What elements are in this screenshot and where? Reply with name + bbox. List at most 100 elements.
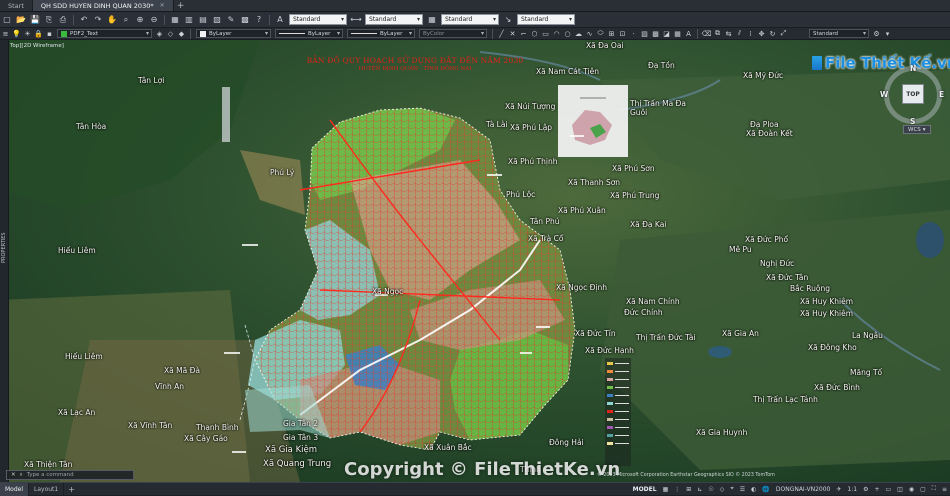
model-space-toggle[interactable]: MODEL <box>630 483 660 496</box>
ellipse-icon[interactable]: ⬭ <box>596 29 605 39</box>
units-icon[interactable]: ▭ <box>883 483 895 496</box>
settings-icon[interactable]: ▾ <box>883 29 892 39</box>
rotate-icon[interactable]: ↻ <box>768 29 777 39</box>
compass-east[interactable]: E <box>939 90 944 99</box>
snap-icon[interactable]: ⋮ <box>671 483 683 496</box>
drawing-canvas[interactable]: PROPERTIES Top][2D Wireframe] BẢN ĐỒ QUY… <box>0 40 950 482</box>
markup-icon[interactable]: ✎ <box>225 14 237 26</box>
properties-panel-collapsed[interactable]: PROPERTIES <box>0 40 9 482</box>
zoom-previous-icon[interactable]: ⊖ <box>148 14 160 26</box>
mirror-icon[interactable]: ⇆ <box>724 29 733 39</box>
new-icon[interactable]: ▢ <box>1 14 13 26</box>
offset-icon[interactable]: ⫽ <box>735 29 744 39</box>
mleader-style-select[interactable]: Standard ▾ <box>517 14 575 25</box>
layer-state-icon[interactable]: ◆ <box>177 29 186 39</box>
hatch-icon[interactable]: ▨ <box>640 29 649 39</box>
text-style-select[interactable]: Standard ▾ <box>289 14 347 25</box>
workspace-icon[interactable]: ⚙ <box>872 29 881 39</box>
command-input[interactable]: Type a command <box>27 472 74 478</box>
polar-icon[interactable]: ☉ <box>705 483 716 496</box>
plot-layer-icon[interactable]: ▪ <box>45 29 54 39</box>
point-icon[interactable]: · <box>629 29 638 39</box>
tab-drawing[interactable]: QH SDD HUYEN DINH QUAN 2030* ✕ <box>32 0 174 11</box>
object-snap-icon[interactable]: ⌖ <box>727 483 736 496</box>
close-icon[interactable]: ✕ <box>160 2 165 9</box>
transparency-icon[interactable]: ◐ <box>748 483 759 496</box>
scale-icon[interactable]: ⤢ <box>779 29 788 39</box>
calculator-icon[interactable]: ▩ <box>239 14 251 26</box>
redo-icon[interactable]: ↷ <box>92 14 104 26</box>
save-icon[interactable]: 💾 <box>29 14 41 26</box>
layer-previous-icon[interactable]: ◇ <box>166 29 175 39</box>
grid-icon[interactable]: ▦ <box>660 483 672 496</box>
zoom-icon[interactable]: ⌕ <box>120 14 132 26</box>
saveas-icon[interactable]: ⎘ <box>43 14 55 26</box>
help-icon[interactable]: ? <box>253 14 265 26</box>
move-icon[interactable]: ✥ <box>757 29 766 39</box>
clean-screen-icon[interactable]: ⛶ <box>929 483 939 496</box>
hardware-accel-icon[interactable]: ▢ <box>917 483 929 496</box>
dim-style-select[interactable]: Standard ▾ <box>365 14 423 25</box>
gradient-icon[interactable]: ▩ <box>651 29 660 39</box>
view-cube[interactable]: TOP N S W E <box>880 62 946 128</box>
layer-properties-icon[interactable]: ≡ <box>1 29 10 39</box>
design-center-icon[interactable]: ▥ <box>183 14 195 26</box>
table-icon[interactable]: ▦ <box>673 29 682 39</box>
circle-icon[interactable]: ○ <box>563 29 572 39</box>
annotation-scale[interactable]: 1:1 <box>844 483 860 496</box>
mtext-icon[interactable]: A <box>684 29 693 39</box>
compass-north[interactable]: N <box>910 64 916 73</box>
add-layout-button[interactable]: + <box>64 485 79 494</box>
arc-icon[interactable]: ◠ <box>552 29 561 39</box>
dynamic-input-icon[interactable]: ⊞ <box>683 483 694 496</box>
polyline-icon[interactable]: ⌐ <box>519 29 528 39</box>
plot-icon[interactable]: ⎙ <box>57 14 69 26</box>
quick-properties-icon[interactable]: ◫ <box>894 483 906 496</box>
visual-style-select[interactable]: Standard ▾ <box>809 29 869 38</box>
close-icon[interactable]: ✕ <box>11 472 16 478</box>
linetype-select[interactable]: ByLayer ▾ <box>275 29 343 38</box>
lineweight-icon[interactable]: ☰ <box>737 483 748 496</box>
layer-select[interactable]: PDF2_Text ▾ <box>57 29 152 38</box>
insert-icon[interactable]: ⊞ <box>607 29 616 39</box>
layout-tab-model[interactable]: Model <box>0 482 30 496</box>
undo-icon[interactable]: ↶ <box>78 14 90 26</box>
wcs-menu[interactable]: WCS ▾ <box>903 125 931 134</box>
tool-palettes-icon[interactable]: ▤ <box>197 14 209 26</box>
color-select[interactable]: ByLayer ▾ <box>196 29 271 38</box>
viewport-controls[interactable]: Top][2D Wireframe] <box>10 43 64 49</box>
tab-start[interactable]: Start <box>0 0 33 11</box>
open-icon[interactable]: 📂 <box>15 14 27 26</box>
region-icon[interactable]: ◪ <box>662 29 671 39</box>
geolocation-icon[interactable]: 🌐 <box>759 483 772 496</box>
properties-icon[interactable]: ▦ <box>169 14 181 26</box>
cloud-icon[interactable]: ☁ <box>574 29 583 39</box>
table-style-select[interactable]: Standard ▾ <box>441 14 499 25</box>
plus-icon[interactable]: + <box>871 483 882 496</box>
plotstyle-select[interactable]: ByColor ▾ <box>419 29 487 38</box>
layout-tab-layout1[interactable]: Layout1 <box>29 482 65 496</box>
spline-icon[interactable]: ∿ <box>585 29 594 39</box>
new-tab-button[interactable]: + <box>174 0 188 11</box>
zoom-window-icon[interactable]: ⊕ <box>134 14 146 26</box>
isometric-icon[interactable]: ◇ <box>717 483 728 496</box>
annotation-scale-icon[interactable]: ✈ <box>833 483 844 496</box>
compass-west[interactable]: W <box>880 90 888 99</box>
view-cube-top-face[interactable]: TOP <box>902 84 924 104</box>
block-icon[interactable]: ⊡ <box>618 29 627 39</box>
isolate-icon[interactable]: ◉ <box>906 483 917 496</box>
make-current-icon[interactable]: ◈ <box>155 29 164 39</box>
array-icon[interactable]: ⁞ <box>746 29 755 39</box>
coordinate-system[interactable]: DONGNAI-VN2000 <box>773 483 834 496</box>
customize-icon[interactable]: ≡ <box>939 483 950 496</box>
rectangle-icon[interactable]: ▭ <box>541 29 550 39</box>
copy-icon[interactable]: ⧉ <box>713 29 722 39</box>
workspace-icon[interactable]: ⚙ <box>860 483 871 496</box>
erase-icon[interactable]: ⌫ <box>702 29 712 39</box>
xline-icon[interactable]: ✕ <box>508 29 517 39</box>
polygon-icon[interactable]: ⬡ <box>530 29 539 39</box>
command-line[interactable]: ✕ ⌕ Type a command <box>6 470 134 480</box>
pan-icon[interactable]: ✋ <box>106 14 118 26</box>
sheetset-icon[interactable]: ▧ <box>211 14 223 26</box>
ortho-icon[interactable]: ⊾ <box>694 483 705 496</box>
